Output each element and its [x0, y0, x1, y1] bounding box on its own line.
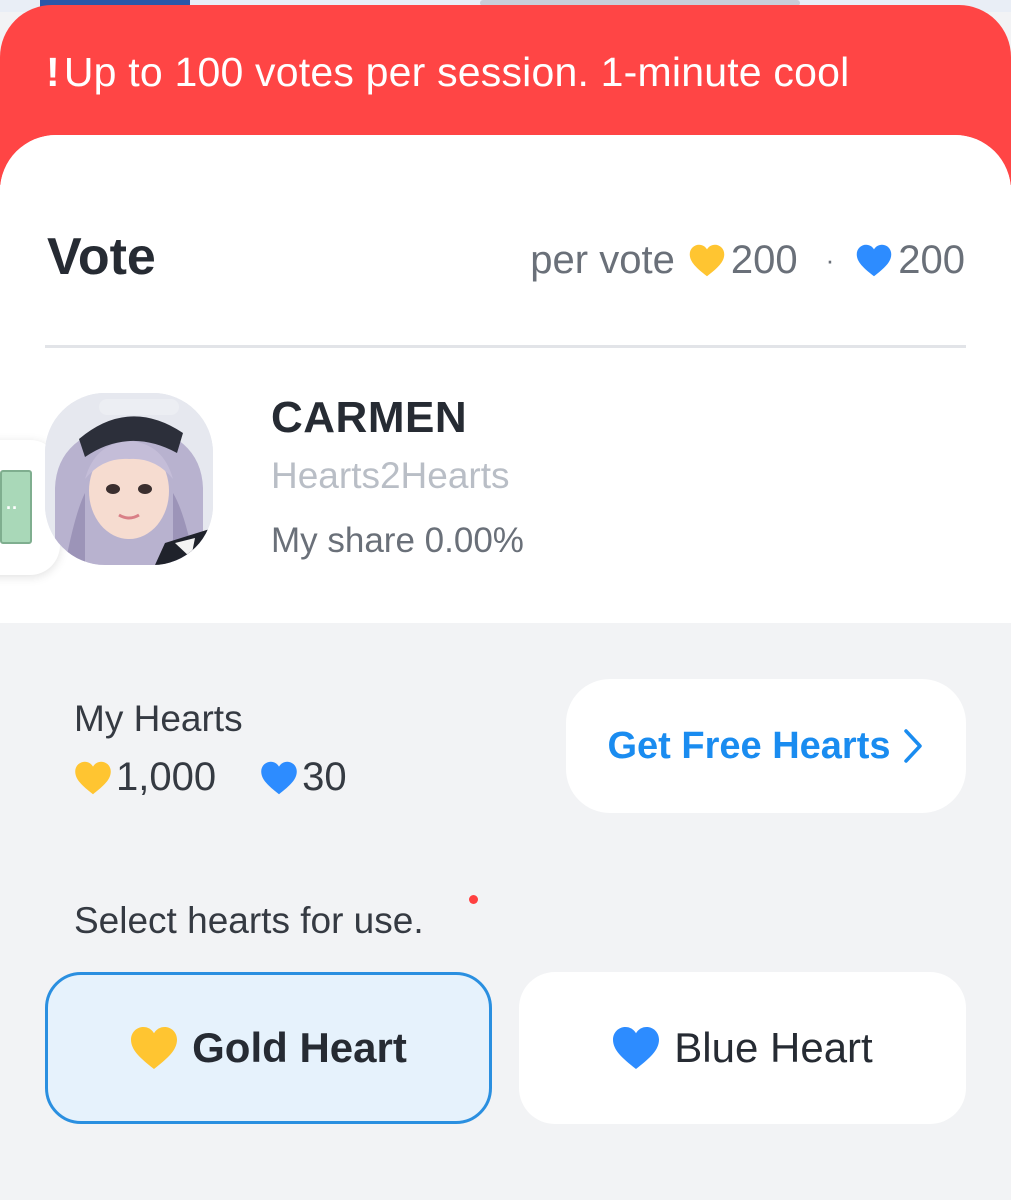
chevron-right-icon: [903, 729, 922, 763]
exclamation-icon: !: [46, 49, 60, 95]
chat-icon: ··: [0, 470, 32, 544]
candidate-avatar: [45, 393, 213, 565]
my-share-label: My share: [271, 521, 415, 560]
select-hearts-label: Select hearts for use.: [74, 900, 424, 941]
blue-cost: 200: [898, 238, 965, 282]
my-share-value: 0.00%: [424, 521, 524, 560]
blue-heart-icon: [857, 244, 892, 277]
required-dot-indicator: [469, 895, 478, 904]
candidate-group: Hearts2Hearts: [271, 455, 510, 496]
cost-separator: ·: [825, 245, 835, 275]
blue-balance: 30: [302, 755, 347, 799]
gold-heart-icon: [131, 1027, 178, 1069]
candidate-name: CARMEN: [271, 393, 468, 442]
vote-header-section: Vote per vote 200 · 200 ·· CARMEN Hearts…: [0, 135, 1011, 623]
per-vote-label: per vote: [530, 238, 675, 282]
vote-sheet: Vote per vote 200 · 200 ·· CARMEN Hearts…: [0, 135, 1011, 1200]
my-hearts-label: My Hearts: [74, 698, 243, 739]
heart-balances: 1,000 30: [74, 755, 347, 800]
gold-heart-option[interactable]: Gold Heart: [45, 972, 492, 1124]
per-vote-cost: per vote 200 · 200: [530, 238, 965, 283]
blue-heart-icon: [261, 761, 297, 794]
get-free-hearts-button[interactable]: Get Free Hearts: [566, 679, 966, 813]
my-share: My share 0.00%: [271, 521, 524, 561]
blue-heart-option[interactable]: Blue Heart: [519, 972, 966, 1124]
gold-cost: 200: [730, 238, 798, 282]
warning-banner-text: !Up to 100 votes per session. 1-minute c…: [46, 49, 986, 96]
sheet-title: Vote: [47, 228, 156, 286]
gold-balance: 1,000: [116, 755, 217, 799]
warning-message: Up to 100 votes per session. 1-minute co…: [63, 49, 850, 95]
avatar-portrait: [45, 393, 213, 565]
get-free-hearts-label: Get Free Hearts: [607, 724, 891, 767]
gold-heart-icon: [75, 761, 111, 794]
gold-heart-option-label: Gold Heart: [192, 1024, 407, 1071]
header-divider: [45, 345, 966, 348]
gold-heart-icon: [689, 244, 725, 277]
blue-heart-icon: [613, 1027, 660, 1069]
blue-heart-option-label: Blue Heart: [674, 1024, 873, 1071]
